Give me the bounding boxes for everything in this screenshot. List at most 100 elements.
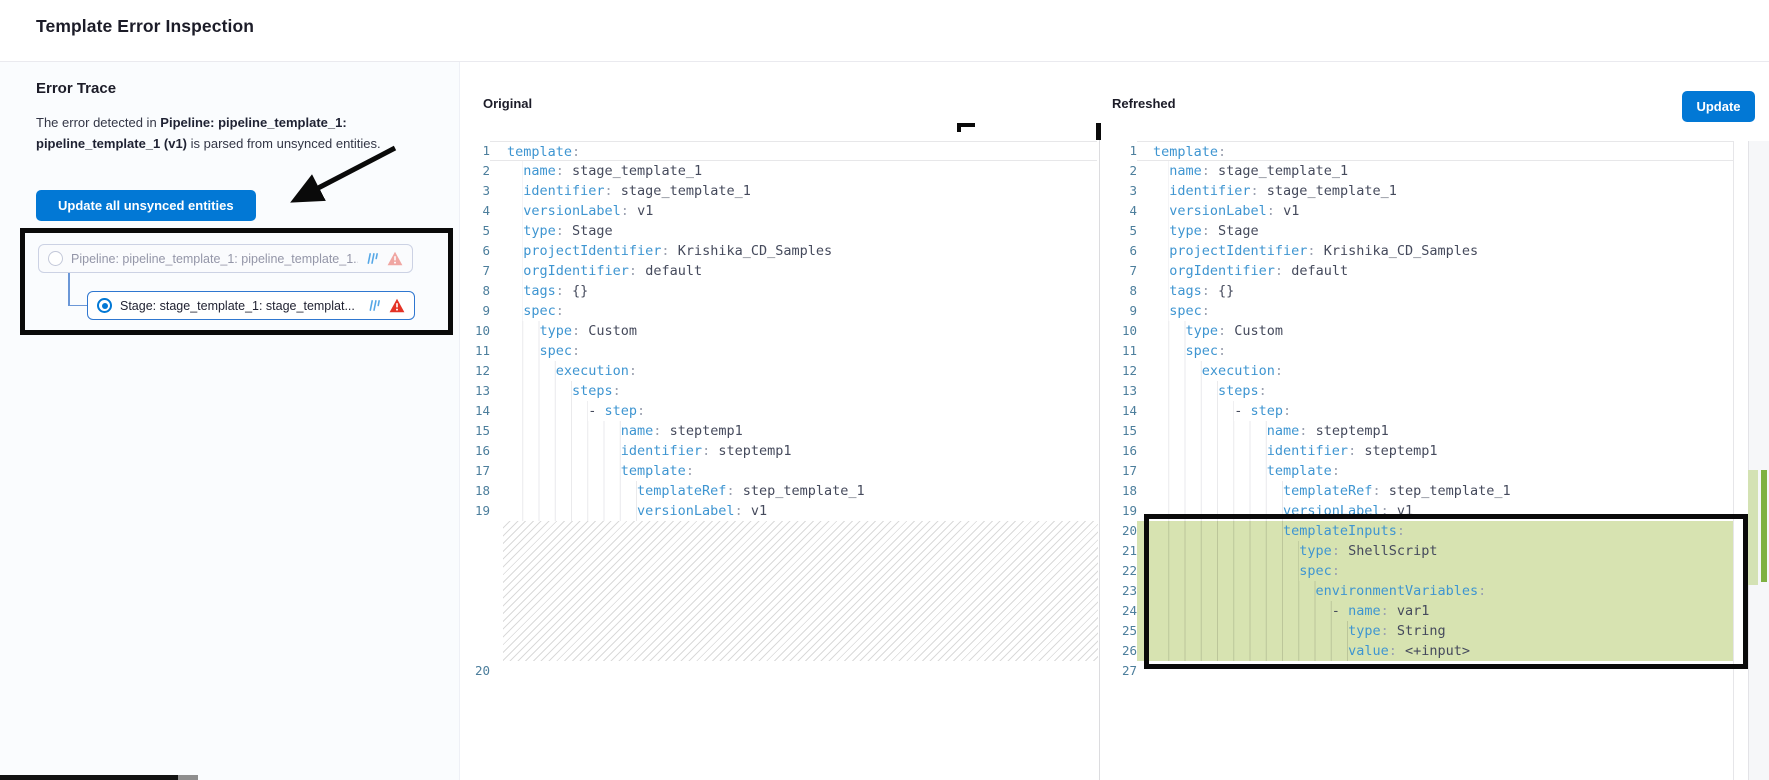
code-token: : [1381, 603, 1389, 619]
tree-item-stage[interactable]: Stage: stage_template_1: stage_templat..… [87, 291, 415, 320]
code-token: execution [556, 363, 629, 379]
sash-handle[interactable] [1096, 123, 1101, 140]
code-token: : [1202, 303, 1210, 319]
code-token: - [1332, 603, 1348, 619]
code-token: : [726, 483, 734, 499]
code-token: v1 [743, 503, 767, 519]
code-token: - [1234, 403, 1250, 419]
code-token [507, 481, 637, 501]
code-token: v1 [1275, 203, 1299, 219]
line-number: 5 [1100, 221, 1137, 241]
code-token [1153, 361, 1202, 381]
code-token: execution: [1137, 361, 1733, 381]
horizontal-scrollbar-thumb[interactable] [0, 775, 178, 780]
code-token: spec: [490, 301, 1097, 321]
code-token [507, 201, 523, 221]
code-token: {} [1210, 283, 1234, 299]
tree-connector-line [68, 273, 70, 306]
refreshed-yaml-editor[interactable]: 1template:2name: stage_template_13identi… [1100, 141, 1733, 681]
code-token [507, 501, 637, 521]
code-token [507, 441, 621, 461]
code-token: template: [1137, 141, 1733, 161]
code-token: versionLabel: v1 [490, 501, 1097, 521]
code-token: : [1372, 483, 1380, 499]
editor-sash-divider[interactable] [1099, 135, 1100, 780]
code-line: 20 [460, 661, 1097, 681]
code-line: 23environmentVariables: [1100, 581, 1733, 601]
line-number: 20 [460, 661, 490, 681]
line-number: 16 [1100, 441, 1137, 461]
line-number: 21 [1100, 541, 1137, 561]
code-token: name [1267, 423, 1300, 439]
line-number: 22 [1100, 561, 1137, 581]
update-button[interactable]: Update [1682, 91, 1755, 122]
code-token [1153, 341, 1186, 361]
code-token [1153, 581, 1316, 601]
line-number: 16 [460, 441, 490, 461]
update-all-unsynced-button[interactable]: Update all unsynced entities [36, 190, 256, 221]
code-token [507, 301, 523, 321]
code-token [507, 241, 523, 261]
code-line: 18templateRef: step_template_1 [1100, 481, 1733, 501]
overview-ruler[interactable] [1748, 141, 1769, 780]
code-token: versionLabel: v1 [490, 201, 1097, 221]
line-number: 17 [460, 461, 490, 481]
page-title: Template Error Inspection [36, 16, 254, 37]
code-token: identifier: steptemp1 [490, 441, 1097, 461]
code-token [1153, 221, 1169, 241]
code-token: steps: [490, 381, 1097, 401]
code-token: tags [523, 283, 556, 299]
code-token: : [1478, 583, 1486, 599]
code-line: 21type: ShellScript [1100, 541, 1733, 561]
line-number: 8 [460, 281, 490, 301]
code-token: value [1348, 643, 1389, 659]
code-token: spec: [1137, 561, 1733, 581]
code-token: tags [1169, 283, 1202, 299]
code-line: 17template: [460, 461, 1097, 481]
line-number: 1 [1100, 141, 1137, 161]
line-number: 1 [460, 141, 490, 161]
original-yaml-editor[interactable]: 1template:2name: stage_template_13identi… [460, 141, 1097, 681]
code-token [1153, 281, 1169, 301]
radio-unselected-icon[interactable] [48, 251, 63, 266]
line-number: 26 [1100, 641, 1137, 661]
code-token: tags: {} [1137, 281, 1733, 301]
tree-item-pipeline[interactable]: Pipeline: pipeline_template_1: pipeline_… [38, 244, 413, 273]
code-line: 25type: String [1100, 621, 1733, 641]
code-token: execution [1202, 363, 1275, 379]
code-token [1153, 321, 1186, 341]
code-line: 18templateRef: step_template_1 [460, 481, 1097, 501]
code-line: 12execution: [460, 361, 1097, 381]
code-token: template [621, 463, 686, 479]
code-token: steps [572, 383, 613, 399]
line-number: 7 [1100, 261, 1137, 281]
code-token: var1 [1389, 603, 1430, 619]
line-number: 15 [460, 421, 490, 441]
horizontal-scrollbar-track[interactable] [178, 775, 198, 780]
warning-triangle-icon [387, 251, 403, 266]
code-token: type: Custom [1137, 321, 1733, 341]
code-token: : [1307, 243, 1315, 259]
radio-selected-icon[interactable] [97, 298, 112, 313]
code-token [1153, 601, 1332, 621]
line-number: 5 [460, 221, 490, 241]
code-line: 27 [1100, 661, 1733, 681]
code-token: : [1218, 144, 1226, 160]
code-token: step [605, 403, 638, 419]
code-token: template: [1137, 461, 1733, 481]
code-token: : [1332, 543, 1340, 559]
line-number: 13 [1100, 381, 1137, 401]
line-number: 14 [460, 401, 490, 421]
line-number: 23 [1100, 581, 1137, 601]
code-token [507, 421, 621, 441]
line-number: 14 [1100, 401, 1137, 421]
code-token: Custom [1226, 323, 1283, 339]
code-token: templateRef [1283, 483, 1372, 499]
code-token: Krishika_CD_Samples [1316, 243, 1479, 259]
line-number: 13 [460, 381, 490, 401]
line-number: 24 [1100, 601, 1137, 621]
code-token: identifier: stage_template_1 [1137, 181, 1733, 201]
code-token: spec [540, 343, 573, 359]
line-number: 10 [1100, 321, 1137, 341]
code-line: 1template: [460, 141, 1097, 161]
